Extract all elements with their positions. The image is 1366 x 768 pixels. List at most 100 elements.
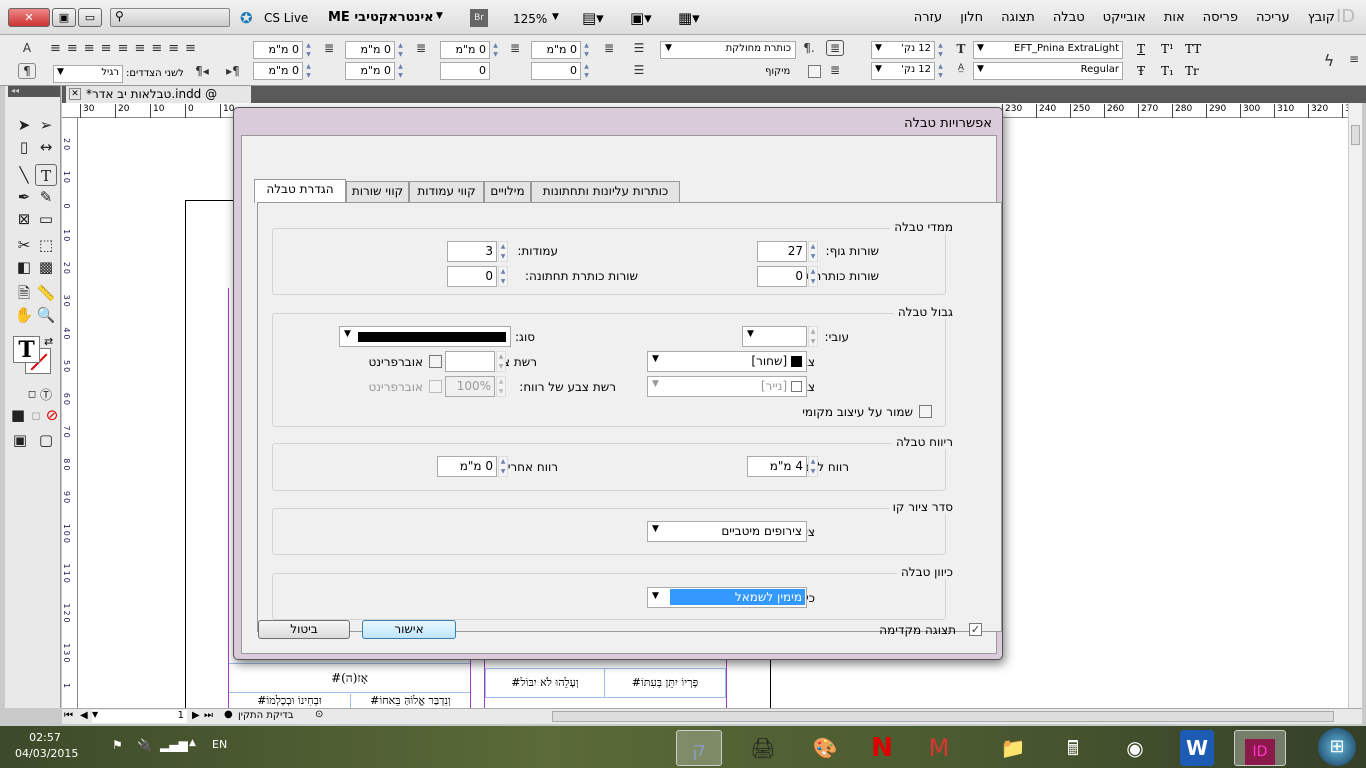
show-hidden-icons[interactable]: ▲ — [189, 738, 196, 748]
footer-rows-spinner[interactable]: ▲ ▼ — [498, 266, 508, 287]
columns-field[interactable]: 3 — [447, 241, 497, 262]
horizontal-scrollbar[interactable] — [552, 711, 1334, 722]
all-caps-button[interactable]: TT — [1185, 42, 1209, 56]
collapse-panel-icon[interactable]: ◂◂ — [8, 86, 60, 97]
menu-table[interactable]: טבלה — [1053, 10, 1085, 25]
open-document-icon[interactable]: ⊙ — [315, 709, 323, 720]
spinner[interactable]: ▲ ▼ — [396, 62, 405, 80]
normal-view-icon[interactable]: ▣ — [9, 429, 31, 451]
explorer-taskbar-icon[interactable]: 📁 — [990, 730, 1036, 766]
search-input[interactable]: ⚲ — [110, 8, 230, 27]
direct-selection-tool-icon[interactable]: ➢ — [35, 114, 57, 136]
preview-mode-icon[interactable]: ▢ — [35, 429, 57, 451]
space-before-field[interactable]: 0 מ"מ — [440, 41, 490, 59]
screen-mode-icon[interactable]: ▣▾ — [630, 9, 652, 27]
cancel-button[interactable]: ביטול — [258, 620, 350, 639]
chrome-taskbar-icon[interactable]: ◉ — [1112, 730, 1158, 766]
hand-tool-icon[interactable]: ✋ — [13, 304, 35, 326]
free-transform-tool-icon[interactable]: ⬚ — [35, 234, 57, 256]
next-page-icon[interactable]: ▶ — [192, 710, 200, 721]
selection-tool-icon[interactable]: ➤ — [13, 114, 35, 136]
gap-tint-field[interactable]: 100% — [445, 376, 495, 397]
spinner[interactable]: ▲ ▼ — [936, 62, 945, 80]
tab-table-setup[interactable]: הגדרת טבלה — [254, 179, 346, 203]
cs-live-button[interactable]: CS Live — [264, 11, 308, 25]
header-rows-spinner[interactable]: ▲ ▼ — [808, 266, 818, 287]
tab-row-strokes[interactable]: קווי שורות — [346, 181, 409, 202]
gap-tint-spinner[interactable]: ▲ ▼ — [496, 376, 506, 397]
quick-apply-icon[interactable]: ϟ — [1320, 51, 1338, 70]
draw-dropdown[interactable]: צירופים מיטביים ▼ — [647, 521, 807, 542]
drop-cap-chars-field[interactable]: 0 — [531, 62, 581, 80]
spinner[interactable]: ▲ ▼ — [304, 62, 313, 80]
underline-button[interactable]: T — [1137, 42, 1161, 56]
table-cell[interactable]: וּבְחִינוֹ וּבְכָלְמוֹ# — [229, 694, 350, 708]
font-size-field[interactable]: 12 נק' ▼ — [871, 41, 935, 59]
font-family-dropdown[interactable]: ▼ EFT_Pnina ExtraLight — [973, 41, 1123, 59]
tab-headers-footers[interactable]: כותרות עליונות ותחתונות — [531, 181, 680, 202]
menu-file[interactable]: קובץ — [1308, 10, 1335, 25]
rectangle-tool-icon[interactable]: ▭ — [35, 208, 57, 230]
no-grid-align-icon[interactable]: ≣ — [826, 40, 844, 56]
tab-column-strokes[interactable]: קווי עמודות — [409, 181, 484, 202]
preserve-local-formatting-checkbox[interactable] — [919, 405, 932, 418]
action-center-flag-icon[interactable]: ⚑ — [112, 738, 123, 752]
maximize-button[interactable]: ▣ — [52, 8, 76, 27]
spinner[interactable]: ▲ ▼ — [582, 41, 591, 59]
space-before-spinner[interactable]: ▲ ▼ — [808, 456, 818, 477]
apply-none-icon[interactable]: ⊘ — [41, 404, 63, 426]
measure-tool-icon[interactable]: 📏 — [35, 282, 57, 304]
table-cell[interactable]: וְנִדְבַּר אֱלוֹהַּ בֵּאחוֹ# — [350, 694, 470, 708]
subscript-button[interactable]: T₁ — [1161, 64, 1185, 78]
align-grid-icon[interactable]: ≣ — [826, 63, 844, 77]
spinner[interactable]: ▲ ▼ — [396, 41, 405, 59]
type-tool-icon[interactable]: T — [35, 164, 57, 186]
first-page-icon[interactable]: ⏮ — [64, 710, 73, 721]
preview-checkbox[interactable]: ✓ — [969, 623, 982, 636]
header-rows-field[interactable]: 0 — [757, 266, 807, 287]
page-number-field[interactable]: ▼ 1 — [92, 710, 187, 723]
table-cell[interactable]: אָז(ה)# — [229, 663, 470, 693]
space-after-field[interactable]: 0 מ"מ — [531, 41, 581, 59]
scissors-tool-icon[interactable]: ✂ — [13, 234, 35, 256]
table-cell[interactable]: וְעָלֵהוּ לֹא יִבּוֹל# — [485, 668, 605, 698]
pencil-tool-icon[interactable]: ✎ — [35, 186, 57, 208]
right-indent-field[interactable]: 0 מ"מ — [345, 41, 395, 59]
body-rows-field[interactable]: 27 — [757, 241, 807, 262]
power-icon[interactable]: 🔌 — [137, 738, 152, 752]
zoom-tool-icon[interactable]: 🔍 — [35, 304, 57, 326]
numbering-icon[interactable]: ☰ — [630, 63, 648, 77]
network-signal-icon[interactable]: ▂▄▆ — [160, 738, 188, 752]
small-caps-button[interactable]: Tr — [1185, 64, 1209, 78]
strikethrough-button[interactable]: Ŧ — [1137, 64, 1161, 78]
type-dropdown[interactable]: ▼ — [339, 326, 511, 347]
last-page-icon[interactable]: ⏭ — [204, 710, 213, 721]
last-line-indent-field[interactable]: 0 מ"מ — [345, 62, 395, 80]
system-clock[interactable]: 02:57 04/03/2015 — [15, 730, 78, 762]
zoom-level-dropdown[interactable]: 125% — [513, 12, 547, 26]
character-mode-icon[interactable]: A — [18, 41, 36, 55]
gap-color-dropdown[interactable]: [נייר] ▼ — [647, 376, 807, 397]
preflight-menu[interactable]: בדיקת התקין — [238, 710, 293, 721]
word-taskbar-icon[interactable]: W — [1180, 730, 1214, 766]
workspace-switcher[interactable]: אינטראקטיבי ME — [328, 10, 434, 25]
panel-menu-icon[interactable]: ≡ — [1345, 52, 1363, 66]
formatting-text-icon[interactable]: Ⓣ — [35, 384, 57, 406]
gradient-feather-tool-icon[interactable]: ▩ — [35, 256, 57, 278]
document-tab[interactable]: ✕ *טבלאות יב אדר.indd @ 125% — [66, 86, 251, 118]
tint-field[interactable] — [445, 351, 495, 372]
arrange-documents-icon[interactable]: ▦▾ — [678, 9, 700, 27]
gap-tool-icon[interactable]: ↔ — [35, 136, 57, 158]
start-button[interactable]: ⊞ — [1318, 728, 1356, 766]
space-after-spinner[interactable]: ▲ ▼ — [498, 456, 508, 477]
menu-help[interactable]: עזרה — [914, 10, 942, 25]
rtl-paragraph-icon[interactable]: ¶◂ — [193, 64, 211, 78]
drop-cap-lines-field[interactable]: 0 — [440, 62, 490, 80]
language-indicator[interactable]: EN — [212, 738, 227, 751]
vertical-ruler[interactable]: 20 10 0 10 20 30 40 50 60 70 80 90 100 1… — [62, 118, 78, 708]
indesign-taskbar-icon[interactable]: ID — [1234, 730, 1286, 766]
ok-button[interactable]: אישור — [362, 620, 456, 639]
ltr-paragraph-icon[interactable]: ▸¶ — [224, 64, 242, 78]
tab-fills[interactable]: מילויים — [484, 181, 531, 202]
leading-field[interactable]: 12 נק' ▼ — [871, 62, 935, 80]
